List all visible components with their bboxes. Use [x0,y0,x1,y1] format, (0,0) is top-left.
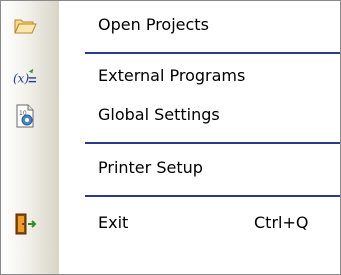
menu-item-global-settings[interactable]: 10 Global Settings [1,96,340,134]
menu-item-printer-setup[interactable]: Printer Setup [1,149,340,187]
exit-door-icon [13,212,37,236]
shortcut-label: Ctrl+Q [254,213,309,232]
menu-item-label: Open Projects [98,15,209,34]
menu-item-open-projects[interactable]: Open Projects [1,6,340,44]
menu-item-label: Exit [98,213,129,232]
menu-separator [85,142,340,144]
settings-document-icon: 10 [13,104,37,128]
svg-text:10: 10 [19,110,27,117]
menu-item-external-programs[interactable]: (x) External Programs [1,57,340,95]
menu-separator [85,195,340,197]
menu-item-label: Printer Setup [98,158,203,177]
open-folder-icon [13,14,37,38]
menu-separator [85,52,340,54]
context-menu: Open Projects (x) External Programs 10 G… [0,0,341,275]
menu-item-label: External Programs [98,66,246,85]
svg-text:(x): (x) [13,72,29,86]
menu-item-exit[interactable]: Exit Ctrl+Q [1,204,340,242]
function-program-icon: (x) [13,65,37,89]
menu-item-label: Global Settings [98,105,220,124]
